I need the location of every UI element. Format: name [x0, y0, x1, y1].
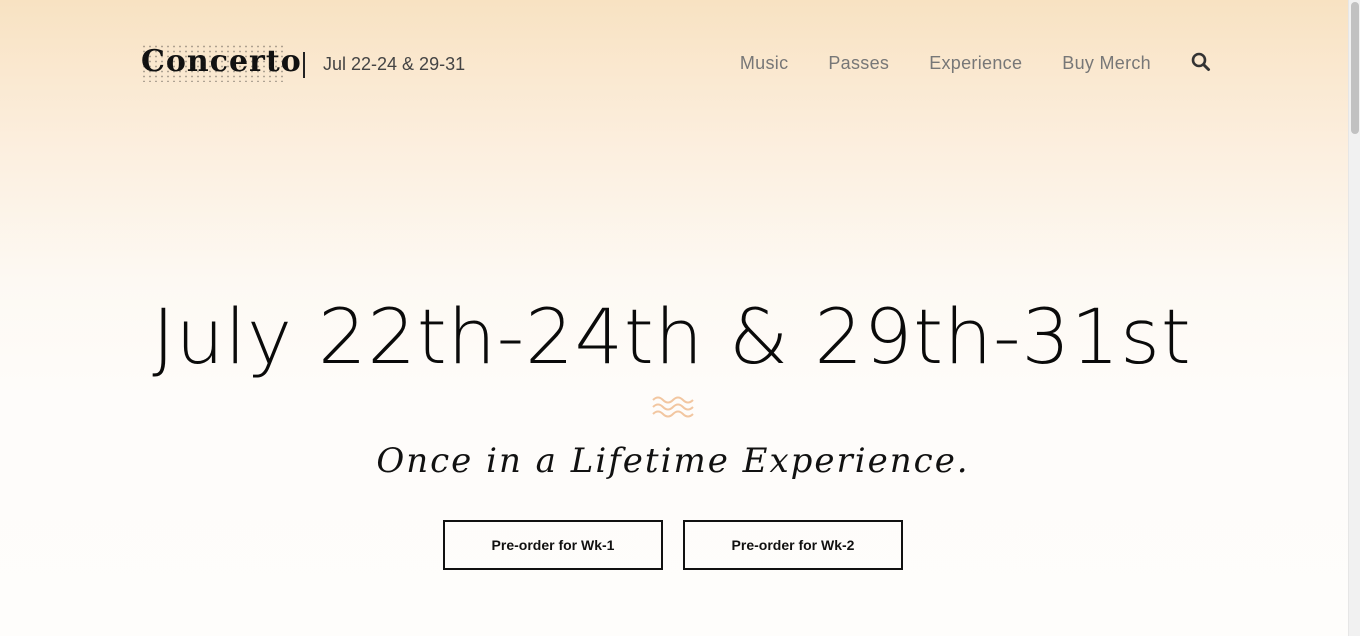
logo[interactable]: Concerto — [141, 44, 302, 80]
waves-icon — [652, 396, 694, 418]
nav-music[interactable]: Music — [740, 52, 789, 74]
nav-experience[interactable]: Experience — [929, 52, 1022, 74]
search-icon[interactable] — [1191, 52, 1211, 74]
preorder-wk2-button[interactable]: Pre-order for Wk-2 — [683, 520, 903, 570]
event-dates: Jul 22-24 & 29-31 — [323, 54, 466, 74]
page: Concerto Jul 22-24 & 29-31 Music Passes … — [0, 0, 1348, 636]
main-nav: Music Passes Experience Buy Merch — [740, 52, 1211, 74]
hero-title: July 22th-24th & 29th-31st — [152, 292, 1192, 381]
header-divider — [303, 52, 305, 78]
site-header: Concerto Jul 22-24 & 29-31 Music Passes … — [141, 40, 1211, 86]
tagline: Once in a Lifetime Experience. — [376, 441, 970, 481]
scrollbar[interactable] — [1348, 0, 1360, 636]
nav-buy-merch[interactable]: Buy Merch — [1062, 52, 1151, 74]
preorder-wk1-button[interactable]: Pre-order for Wk-1 — [443, 520, 663, 570]
scrollbar-thumb[interactable] — [1351, 2, 1359, 134]
nav-passes[interactable]: Passes — [828, 52, 889, 74]
